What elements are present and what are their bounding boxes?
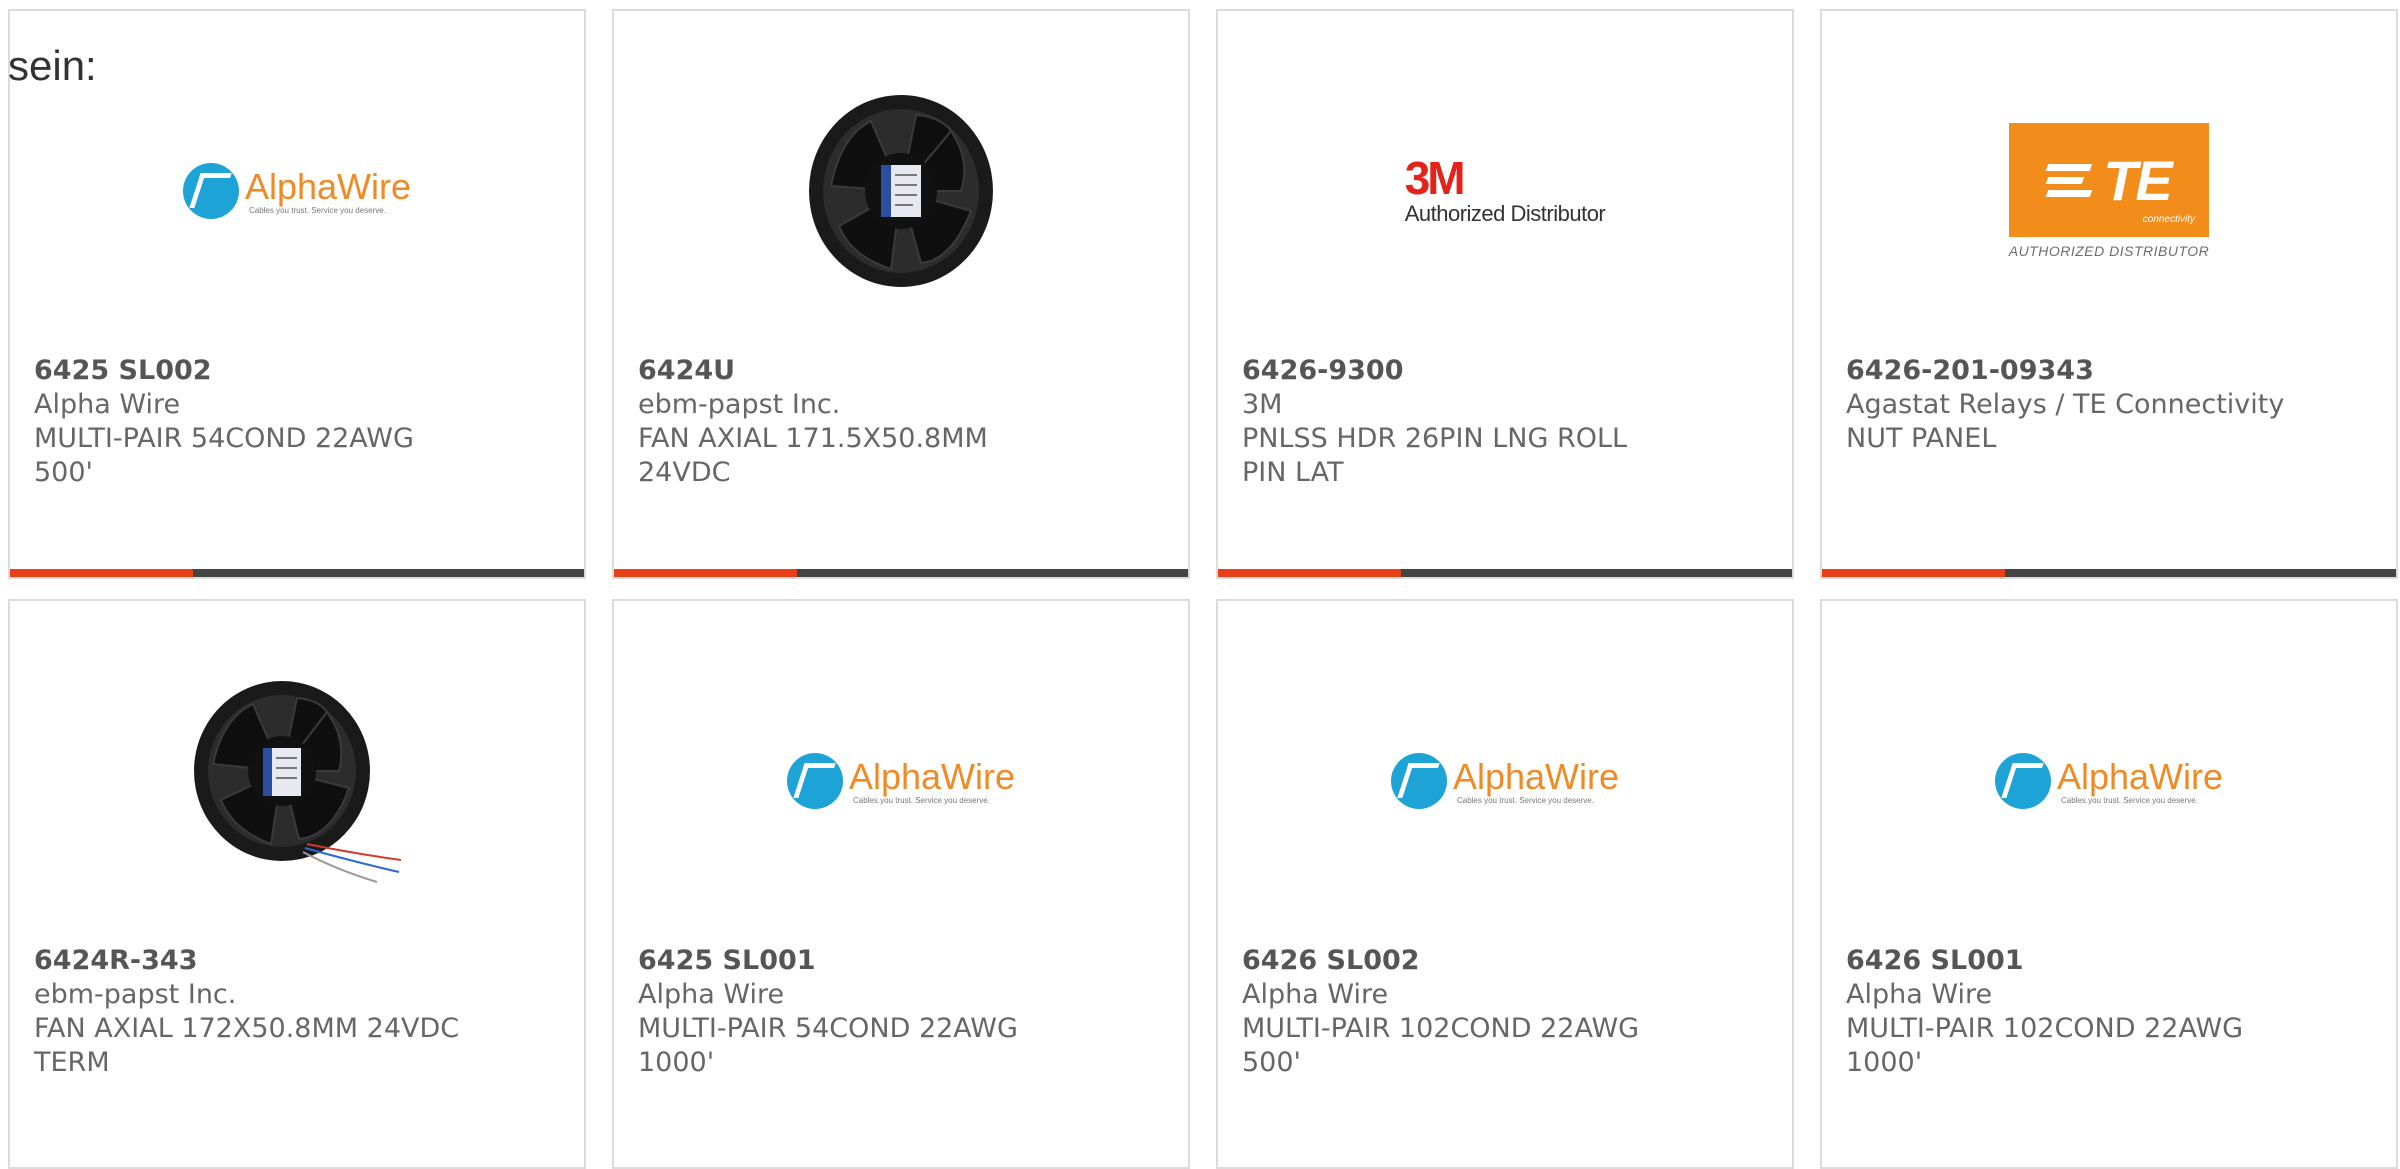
product-image[interactable] <box>10 671 584 891</box>
axial-fan-wires-photo <box>194 681 402 883</box>
description: PNLSS HDR 26PIN LNG ROLL PIN LAT <box>1242 423 1628 488</box>
description: MULTI-PAIR 102COND 22AWG 1000' <box>1846 1013 2244 1078</box>
manufacturer: 3M <box>1242 389 1283 420</box>
alphawire-tagline: Cables you trust. Service you deserve. <box>2060 795 2198 805</box>
alphawire-name: AlphaWire <box>2056 755 2224 797</box>
card-accent-bar <box>10 569 193 577</box>
manufacturer: ebm-papst Inc. <box>34 979 237 1010</box>
alphawire-logo: AlphaWire Cables you trust. Service you … <box>182 163 412 219</box>
manufacturer: Alpha Wire <box>1846 979 1993 1010</box>
intro-text: sein: <box>8 42 97 89</box>
product-image[interactable] <box>614 81 1188 301</box>
product-grid: AlphaWire Cables you trust. Service you … <box>0 0 2400 1169</box>
alphawire-tagline: Cables you trust. Service you deserve. <box>852 795 990 805</box>
product-card[interactable]: 6424U ebm-papst Inc. FAN AXIAL 171.5X50.… <box>612 9 1190 579</box>
product-card[interactable]: 6424R-343 ebm-papst Inc. FAN AXIAL 172X5… <box>8 599 586 1169</box>
product-image[interactable]: AlphaWire Cables you trust. Service you … <box>1822 671 2396 891</box>
card-footer-bar <box>1218 569 1792 577</box>
part-number-link[interactable]: 6424U <box>638 354 1164 388</box>
card-accent-bar <box>614 569 797 577</box>
product-card[interactable]: AlphaWire Cables you trust. Service you … <box>1820 599 2398 1169</box>
description: MULTI-PAIR 102COND 22AWG 500' <box>1242 1013 1640 1078</box>
alphawire-tagline: Cables you trust. Service you deserve. <box>1456 795 1594 805</box>
manufacturer: ebm-papst Inc. <box>638 389 841 420</box>
card-footer-bar <box>614 569 1188 577</box>
manufacturer: Alpha Wire <box>34 389 181 420</box>
card-accent-bar <box>1218 569 1401 577</box>
product-image[interactable]: TE connectivity AUTHORIZED DISTRIBUTOR <box>1822 81 2396 301</box>
alphawire-logo: AlphaWire Cables you trust. Service you … <box>1994 753 2224 809</box>
product-card[interactable]: AlphaWire Cables you trust. Service you … <box>8 9 586 579</box>
product-image[interactable]: AlphaWire Cables you trust. Service you … <box>614 671 1188 891</box>
alphawire-logo: AlphaWire Cables you trust. Service you … <box>786 753 1016 809</box>
product-card[interactable]: AlphaWire Cables you trust. Service you … <box>1216 599 1794 1169</box>
alphawire-mark-icon <box>786 753 843 809</box>
axial-fan-photo <box>809 95 993 287</box>
product-image[interactable]: AlphaWire Cables you trust. Service you … <box>1218 671 1792 891</box>
te-caption: AUTHORIZED DISTRIBUTOR <box>2008 243 2210 259</box>
part-number-link[interactable]: 6424R-343 <box>34 944 560 978</box>
3m-mark: 3M <box>1404 152 1466 204</box>
alphawire-logo: AlphaWire Cables you trust. Service you … <box>1390 753 1620 809</box>
te-connectivity-logo: TE connectivity AUTHORIZED DISTRIBUTOR <box>2009 123 2210 259</box>
description: MULTI-PAIR 54COND 22AWG 500' <box>34 423 414 488</box>
manufacturer: Alpha Wire <box>638 979 785 1010</box>
card-footer-bar <box>10 569 584 577</box>
manufacturer: Alpha Wire <box>1242 979 1389 1010</box>
product-image[interactable]: 3M Authorized Distributor <box>1218 81 1792 301</box>
3m-authorized-distributor-logo: 3M Authorized Distributor <box>1405 155 1606 227</box>
card-footer-bar <box>1822 569 2396 577</box>
description: FAN AXIAL 171.5X50.8MM 24VDC <box>638 423 988 488</box>
part-number-link[interactable]: 6425 SL002 <box>34 354 560 388</box>
manufacturer: Agastat Relays / TE Connectivity <box>1846 389 2285 420</box>
part-number-link[interactable]: 6425 SL001 <box>638 944 1164 978</box>
part-number-link[interactable]: 6426 SL001 <box>1846 944 2372 978</box>
product-card[interactable]: TE connectivity AUTHORIZED DISTRIBUTOR 6… <box>1820 9 2398 579</box>
alphawire-mark-icon <box>1994 753 2051 809</box>
te-mark: TE <box>2103 148 2173 212</box>
description: NUT PANEL <box>1846 423 1997 454</box>
card-accent-bar <box>1822 569 2005 577</box>
alphawire-tagline: Cables you trust. Service you deserve. <box>248 205 386 215</box>
product-card[interactable]: AlphaWire Cables you trust. Service you … <box>612 599 1190 1169</box>
description: FAN AXIAL 172X50.8MM 24VDC TERM <box>34 1013 460 1078</box>
product-card[interactable]: 3M Authorized Distributor 6426-9300 3M P… <box>1216 9 1794 579</box>
alphawire-mark-icon <box>182 163 239 219</box>
alphawire-name: AlphaWire <box>1452 755 1620 797</box>
product-image[interactable]: AlphaWire Cables you trust. Service you … <box>10 81 584 301</box>
description: MULTI-PAIR 54COND 22AWG 1000' <box>638 1013 1018 1078</box>
part-number-link[interactable]: 6426-9300 <box>1242 354 1768 388</box>
3m-caption: Authorized Distributor <box>1404 201 1606 226</box>
part-number-link[interactable]: 6426 SL002 <box>1242 944 1768 978</box>
part-number-link[interactable]: 6426-201-09343 <box>1846 354 2372 388</box>
alphawire-name: AlphaWire <box>244 165 412 207</box>
te-sub: connectivity <box>2142 214 2195 225</box>
alphawire-mark-icon <box>1390 753 1447 809</box>
alphawire-name: AlphaWire <box>848 755 1016 797</box>
